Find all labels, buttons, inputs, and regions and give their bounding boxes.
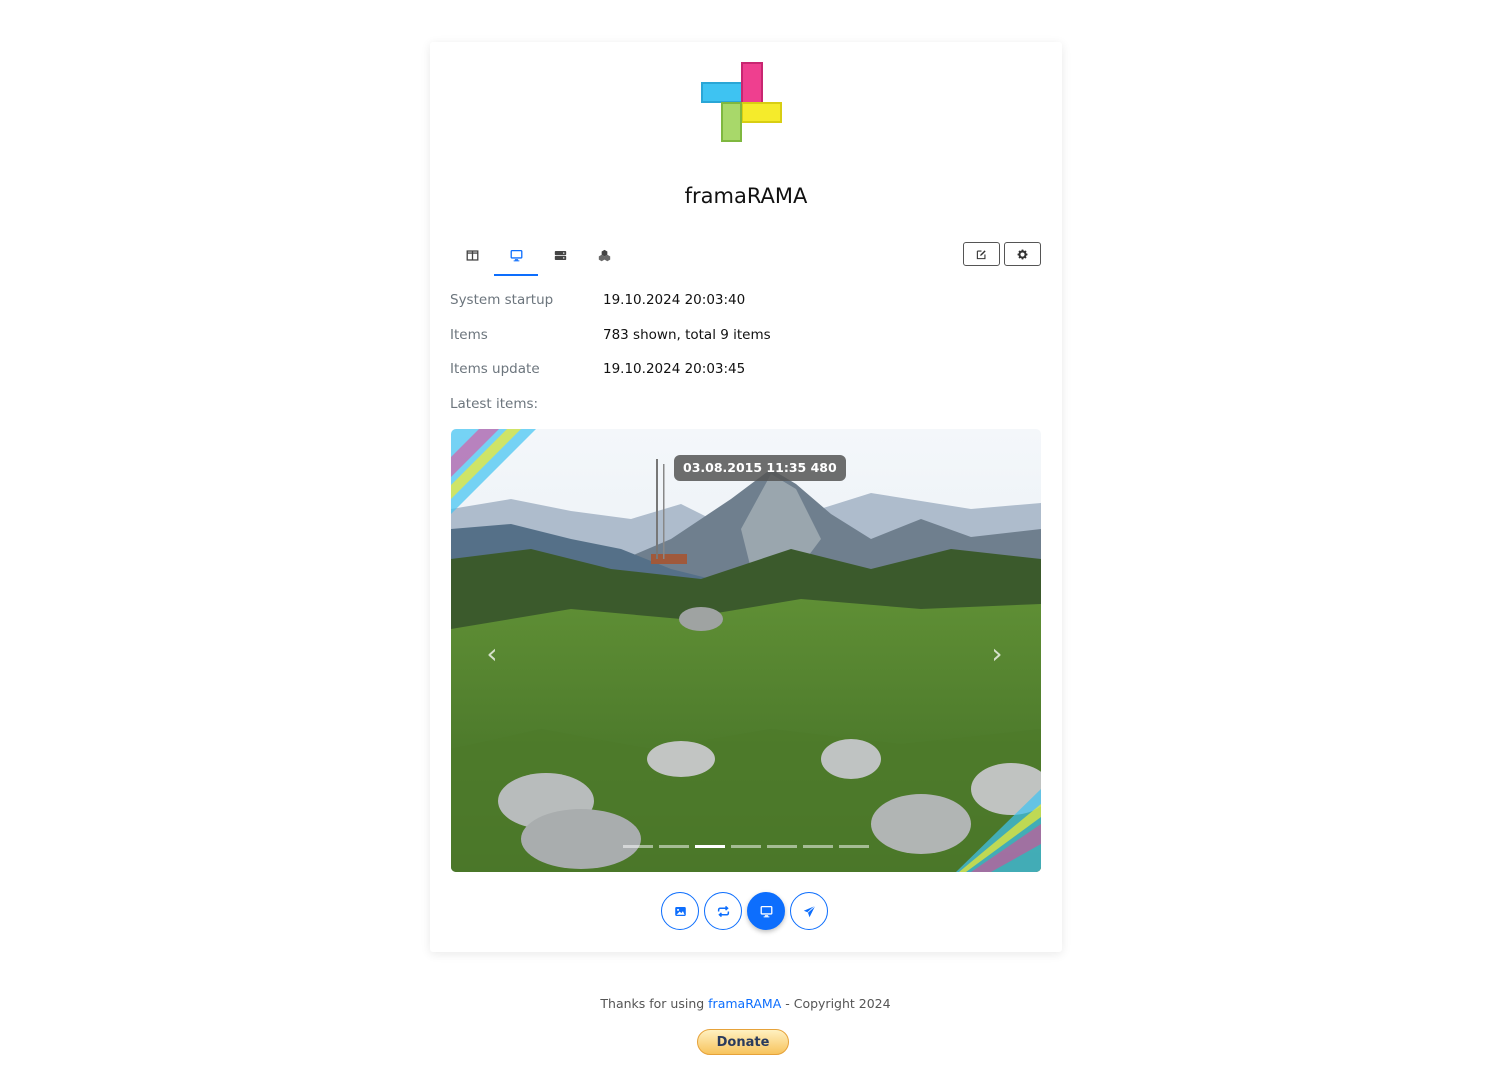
carousel-indicators (623, 845, 873, 851)
tab-monitor[interactable] (494, 236, 538, 276)
update-label: Items update (450, 361, 540, 377)
settings-button[interactable] (1004, 242, 1041, 266)
desktop-icon (760, 905, 772, 917)
carousel-indicator[interactable] (695, 845, 725, 848)
edit-button[interactable] (963, 242, 1000, 266)
startup-label: System startup (450, 292, 554, 308)
display-button[interactable] (747, 892, 785, 930)
footer-prefix: Thanks for using (600, 996, 709, 1011)
footer-text: Thanks for using framaRAMA - Copyright 2… (0, 996, 1491, 1011)
carousel-indicator[interactable] (731, 845, 761, 848)
view-tabs (450, 236, 630, 276)
edit-icon (976, 249, 986, 259)
server-icon (554, 250, 566, 260)
tab-server[interactable] (538, 236, 582, 274)
framarama-logo (701, 62, 782, 142)
startup-value: 19.10.2024 20:03:40 (603, 292, 746, 308)
columns-icon (466, 249, 478, 261)
main-card: framaRAMA System startup 19.10.2024 20:0… (430, 42, 1062, 952)
carousel-next-button[interactable]: › (982, 639, 1012, 669)
image-button[interactable] (661, 892, 699, 930)
update-value: 19.10.2024 20:03:45 (603, 361, 746, 377)
repeat-icon (717, 905, 729, 917)
carousel-indicator[interactable] (803, 845, 833, 848)
tab-overview[interactable] (450, 236, 494, 274)
latest-items-carousel[interactable]: 03.08.2015 11:35 480 ‹ › (451, 429, 1041, 872)
items-label: Items (450, 327, 488, 343)
carousel-indicator[interactable] (623, 845, 653, 848)
footer-framarama-link[interactable]: framaRAMA (708, 996, 781, 1011)
carousel-indicator[interactable] (839, 845, 869, 848)
carousel-indicator[interactable] (659, 845, 689, 848)
gear-icon (1017, 249, 1028, 259)
mountain-landscape-photo (451, 429, 1041, 872)
tab-components[interactable] (582, 236, 626, 274)
paper-plane-icon (803, 905, 815, 917)
cubes-icon (598, 249, 610, 261)
carousel-indicator[interactable] (767, 845, 797, 848)
send-button[interactable] (790, 892, 828, 930)
donate-button[interactable]: Donate (697, 1029, 789, 1055)
desktop-icon (510, 249, 522, 261)
footer-suffix: - Copyright 2024 (781, 996, 891, 1011)
page-title: framaRAMA (684, 184, 808, 208)
image-icon (674, 906, 686, 916)
carousel-prev-button[interactable]: ‹ (477, 639, 507, 669)
image-timestamp-badge: 03.08.2015 11:35 480 (674, 455, 846, 481)
repeat-button[interactable] (704, 892, 742, 930)
latest-items-label: Latest items: (450, 396, 539, 412)
items-value: 783 shown, total 9 items (603, 327, 771, 343)
